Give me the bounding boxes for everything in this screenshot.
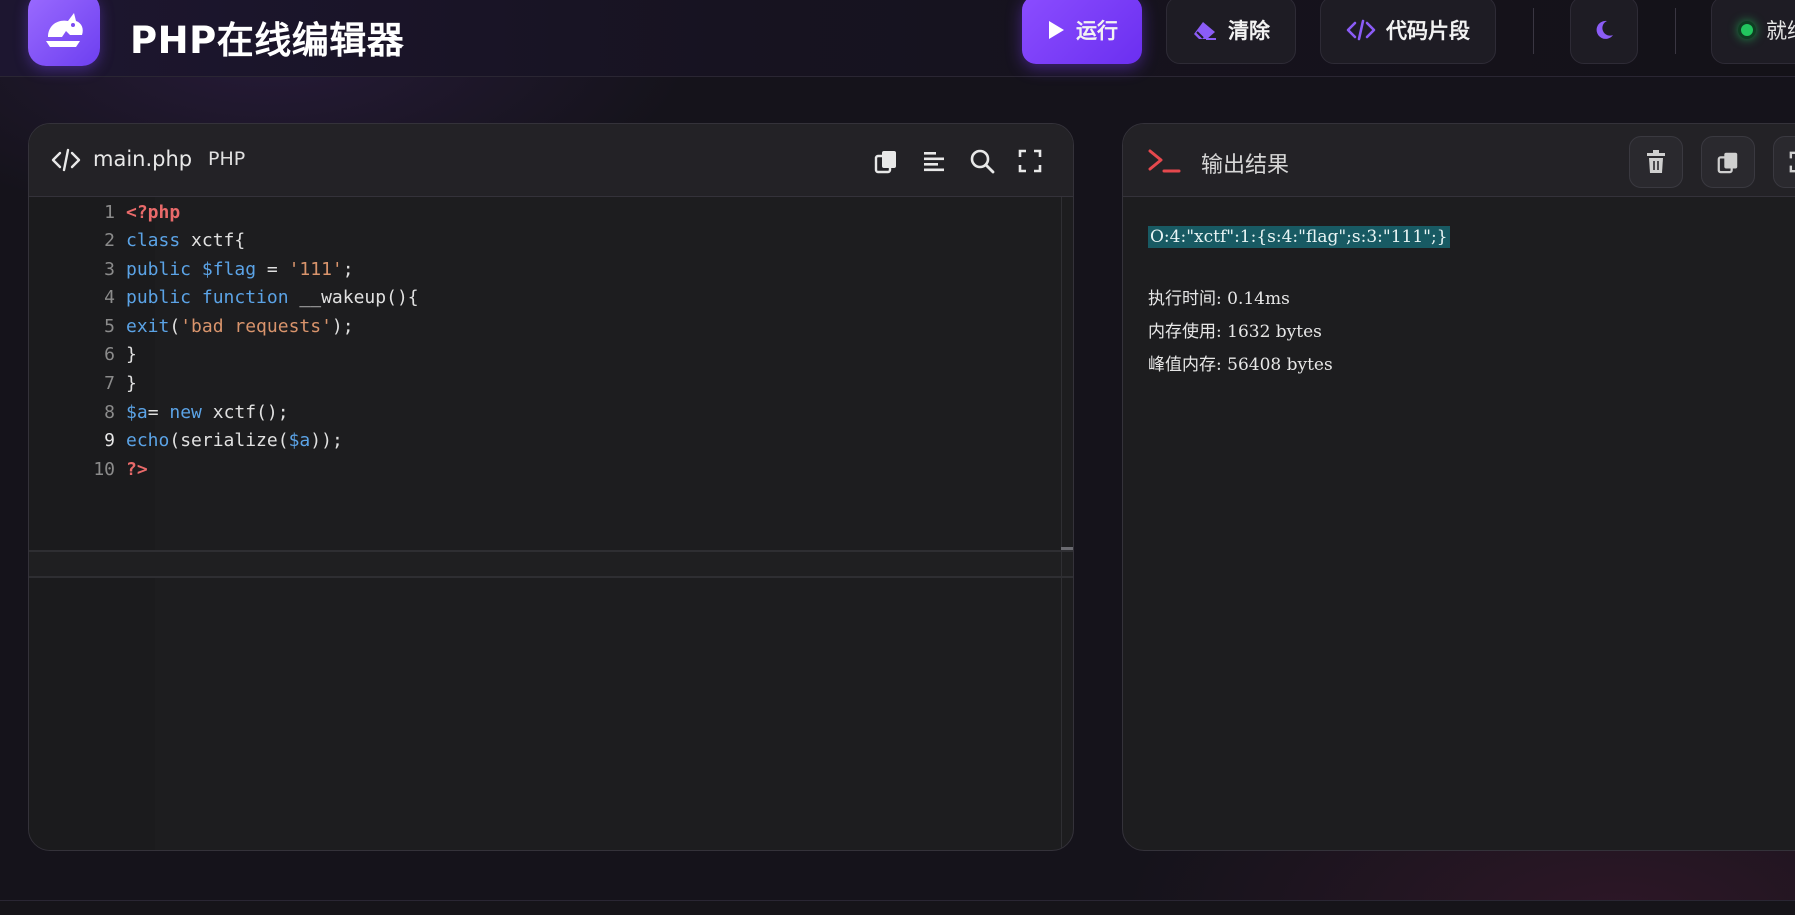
code-line-9: echo(serialize($a)); [126,430,343,451]
moon-icon [1596,20,1613,39]
line-number: 1 [104,202,115,223]
run-button-label: 运行 [1076,19,1118,43]
fullscreen-icon [1789,151,1795,173]
header-divider [1675,8,1676,54]
theme-toggle-button[interactable] [1570,0,1638,64]
play-icon [1049,21,1064,39]
line-number: 8 [104,402,115,423]
code-snippets-label: 代码片段 [1386,19,1470,43]
code-line-1: <?php [126,202,181,223]
copy-icon [1717,152,1738,174]
copy-output-button[interactable] [1701,136,1755,188]
peak-memory: 峰值内存: 56408 bytes [1148,355,1333,375]
clear-output-button[interactable] [1629,136,1683,188]
memory-usage: 内存使用: 1632 bytes [1148,322,1322,342]
code-line-7: } [126,373,137,394]
format-code-button[interactable] [919,146,949,176]
code-line-4: public function __wakeup(){ [126,287,419,308]
line-number: 4 [104,287,115,308]
status-label: 就绪 [1766,19,1795,43]
copy-code-button[interactable] [871,146,901,176]
code-line-8: $a= new xctf(); [126,402,289,423]
line-number: 10 [93,459,115,480]
php-logo-icon [28,0,100,66]
align-left-icon [924,152,944,172]
code-line-10: ?> [126,459,148,480]
language-label: PHP [208,148,246,170]
line-number: 5 [104,316,115,337]
line-number: 7 [104,373,115,394]
clear-button[interactable]: 清除 [1166,0,1296,64]
fullscreen-icon [1018,149,1042,173]
output-toolbar: 输出结果 [1123,124,1795,197]
status-dot-icon [1738,21,1756,39]
code-snippets-button[interactable]: 代码片段 [1320,0,1496,64]
output-title: 输出结果 [1201,153,1290,178]
output-result: O:4:"xctf":1:{s:4:"flag";s:3:"111";} [1148,226,1450,248]
line-number-active: 9 [104,430,115,451]
editor-panel: main.php PHP 1 2 3 4 5 6 7 8 9 10 <?php … [28,123,1074,851]
code-line-6: } [126,344,137,365]
line-number: 2 [104,230,115,251]
status-bar [0,900,1795,915]
terminal-icon [1147,148,1181,178]
code-icon [1346,19,1376,41]
status-indicator: 就绪 [1711,0,1795,64]
active-line-highlight [29,550,1073,578]
fullscreen-button[interactable] [1015,146,1045,176]
app-header: PHP在线编辑器 运行 清除 代码片段 就绪 [0,0,1795,77]
editor-scrollbar-track[interactable] [1061,197,1062,850]
search-button[interactable] [967,146,997,176]
app-title: PHP在线编辑器 [130,19,405,62]
code-line-5: exit('bad requests'); [126,316,354,337]
code-file-icon [51,148,81,176]
output-panel: 输出结果 O:4:"xctf":1:{s:4:"flag";s:3:"111";… [1122,123,1795,851]
code-line-2: class xctf{ [126,230,246,251]
line-number: 6 [104,344,115,365]
line-number: 3 [104,259,115,280]
trash-icon [1647,150,1665,173]
output-content[interactable]: O:4:"xctf":1:{s:4:"flag";s:3:"111";} 执行时… [1148,226,1450,382]
editor-scrollbar-thumb[interactable] [1061,547,1073,550]
clear-button-label: 清除 [1228,19,1270,43]
run-button[interactable]: 运行 [1022,0,1142,64]
header-divider [1533,8,1534,54]
copy-icon [874,151,896,174]
execution-time: 执行时间: 0.14ms [1148,289,1290,309]
code-line-3: public $flag = '111'; [126,259,354,280]
eraser-icon [1194,22,1216,40]
file-name: main.php [93,147,193,171]
fullscreen-output-button[interactable] [1773,136,1795,188]
editor-toolbar: main.php PHP [29,124,1073,197]
search-icon [970,149,995,174]
